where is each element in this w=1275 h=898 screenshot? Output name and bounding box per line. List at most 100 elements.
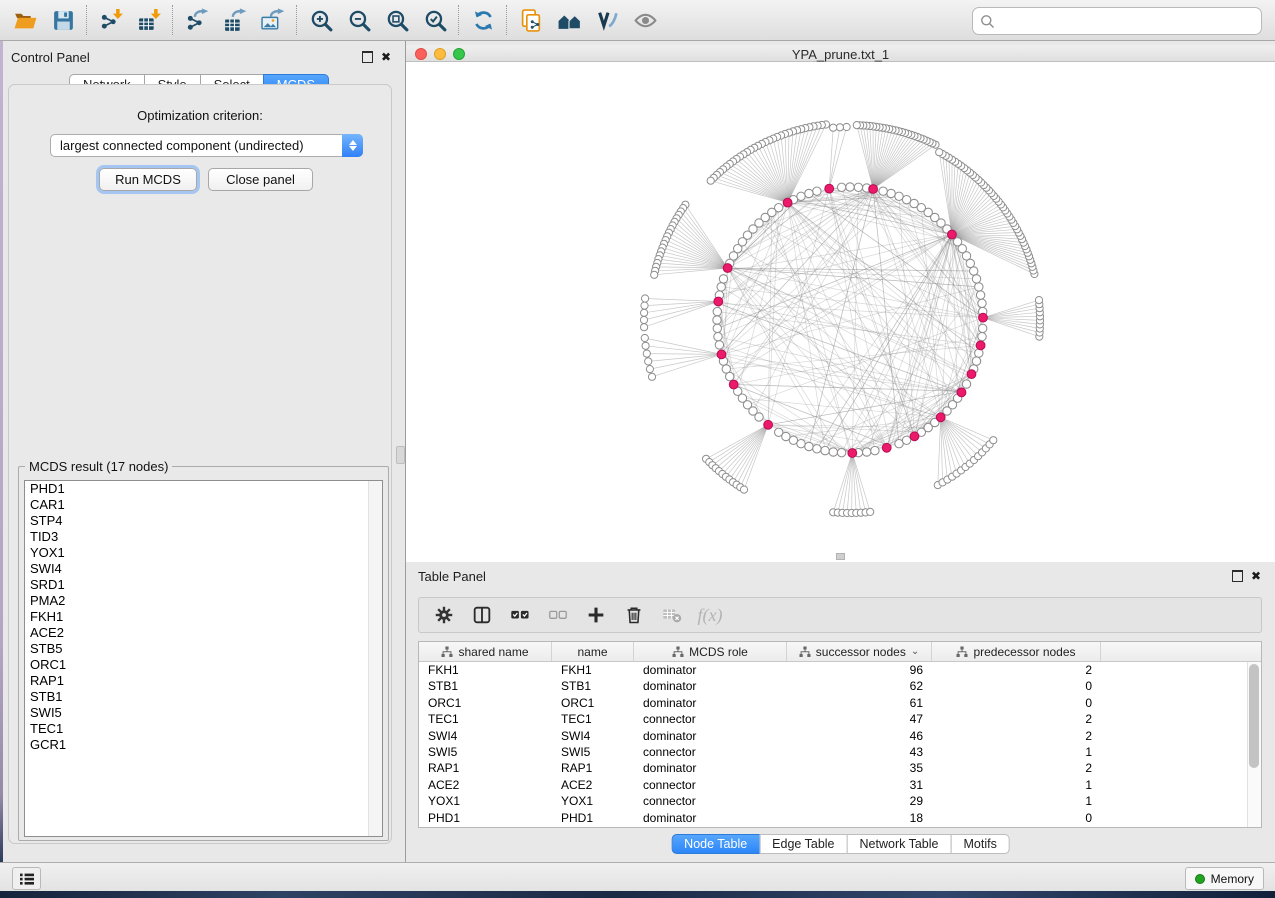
mcds-hub-node[interactable] — [729, 380, 738, 389]
zoom-selected-button[interactable] — [416, 4, 454, 36]
network-node[interactable] — [829, 448, 837, 456]
network-node[interactable] — [837, 183, 845, 191]
network-node[interactable] — [713, 316, 721, 324]
mcds-list-scrollbar[interactable] — [368, 481, 382, 836]
network-node[interactable] — [975, 283, 983, 291]
network-node[interactable] — [978, 333, 986, 341]
network-leaf-node[interactable] — [853, 122, 860, 129]
network-node[interactable] — [879, 187, 887, 195]
mcds-result-item[interactable]: FKH1 — [25, 609, 382, 625]
mcds-hub-node[interactable] — [882, 443, 891, 452]
mcds-hub-node[interactable] — [967, 370, 976, 379]
network-leaf-node[interactable] — [641, 334, 648, 341]
tab-network-table[interactable]: Network Table — [847, 834, 952, 854]
network-node[interactable] — [846, 183, 854, 191]
network-leaf-node[interactable] — [740, 486, 747, 493]
network-leaf-node[interactable] — [642, 342, 649, 349]
network-leaf-node[interactable] — [843, 123, 850, 130]
network-node[interactable] — [714, 333, 722, 341]
table-panel-close-button[interactable]: ✖ — [1249, 569, 1263, 583]
mcds-result-item[interactable]: RAP1 — [25, 673, 382, 689]
task-history-button[interactable] — [12, 867, 41, 890]
mcds-result-item[interactable]: PMA2 — [25, 593, 382, 609]
add-button[interactable] — [577, 600, 615, 630]
mcds-result-item[interactable]: PHD1 — [25, 481, 382, 497]
network-node[interactable] — [726, 372, 734, 380]
network-node[interactable] — [962, 380, 970, 388]
mcds-result-item[interactable]: SWI4 — [25, 561, 382, 577]
search-field[interactable] — [972, 7, 1262, 35]
memory-button[interactable]: Memory — [1185, 867, 1264, 890]
network-node[interactable] — [719, 275, 727, 283]
network-node[interactable] — [953, 238, 961, 246]
network-node[interactable] — [976, 291, 984, 299]
mcds-hub-node[interactable] — [948, 230, 957, 239]
table-row[interactable]: SWI4SWI4dominator462 — [419, 728, 1247, 745]
export-image-button[interactable] — [254, 4, 292, 36]
mcds-result-item[interactable]: SWI5 — [25, 705, 382, 721]
network-leaf-node[interactable] — [643, 350, 650, 357]
style-pen-button[interactable] — [588, 4, 626, 36]
houses-button[interactable] — [550, 4, 588, 36]
zoom-in-button[interactable] — [302, 4, 340, 36]
network-node[interactable] — [813, 445, 821, 453]
save-button[interactable] — [44, 4, 82, 36]
network-node[interactable] — [902, 436, 910, 444]
network-leaf-node[interactable] — [830, 124, 837, 131]
select-all-button[interactable] — [501, 600, 539, 630]
zoom-fit-button[interactable] — [378, 4, 416, 36]
network-node[interactable] — [972, 357, 980, 365]
network-node[interactable] — [717, 283, 725, 291]
control-panel-float-button[interactable] — [360, 50, 374, 64]
tab-node-table[interactable]: Node Table — [671, 834, 760, 854]
table-row[interactable]: RAP1RAP1dominator352 — [419, 760, 1247, 777]
network-leaf-node[interactable] — [640, 316, 647, 323]
zoom-out-button[interactable] — [340, 4, 378, 36]
network-document-button[interactable] — [512, 4, 550, 36]
network-node[interactable] — [854, 183, 862, 191]
column-header-shared-name[interactable]: shared name — [419, 642, 552, 661]
mcds-hub-node[interactable] — [869, 185, 878, 194]
table-row[interactable]: ACE2ACE2connector311 — [419, 777, 1247, 794]
network-leaf-node[interactable] — [867, 508, 874, 515]
mcds-result-item[interactable]: YOX1 — [25, 545, 382, 561]
eye-button[interactable] — [626, 4, 664, 36]
network-node[interactable] — [821, 446, 829, 454]
network-leaf-node[interactable] — [651, 271, 658, 278]
deselect-all-button[interactable] — [539, 600, 577, 630]
network-leaf-node[interactable] — [990, 437, 997, 444]
table-scrollbar-thumb[interactable] — [1249, 664, 1259, 768]
table-row[interactable]: ORC1ORC1dominator610 — [419, 695, 1247, 712]
mcds-hub-node[interactable] — [976, 341, 985, 350]
table-scrollbar-track[interactable] — [1247, 662, 1261, 827]
panel-splitter[interactable] — [395, 41, 406, 862]
network-window-titlebar[interactable]: YPA_prune.txt_1 — [406, 45, 1275, 62]
mcds-result-item[interactable]: STP4 — [25, 513, 382, 529]
refresh-button[interactable] — [464, 4, 502, 36]
mcds-result-item[interactable]: SRD1 — [25, 577, 382, 593]
network-node[interactable] — [813, 187, 821, 195]
import-network-button[interactable] — [92, 4, 130, 36]
network-node[interactable] — [887, 189, 895, 197]
mcds-hub-node[interactable] — [723, 264, 732, 273]
settings-button[interactable] — [425, 600, 463, 630]
column-header-MCDS-role[interactable]: MCDS role — [634, 642, 787, 661]
table-row[interactable]: YOX1YOX1connector291 — [419, 793, 1247, 810]
network-leaf-node[interactable] — [646, 366, 653, 373]
mcds-hub-node[interactable] — [979, 313, 988, 322]
mcds-result-item[interactable]: GCR1 — [25, 737, 382, 753]
column-header-predecessor-nodes[interactable]: predecessor nodes — [932, 642, 1101, 661]
network-node[interactable] — [871, 446, 879, 454]
network-node[interactable] — [805, 442, 813, 450]
run-mcds-button[interactable]: Run MCDS — [99, 168, 197, 191]
tab-motifs[interactable]: Motifs — [950, 834, 1009, 854]
network-node[interactable] — [805, 189, 813, 197]
network-node[interactable] — [978, 299, 986, 307]
tab-edge-table[interactable]: Edge Table — [759, 834, 847, 854]
table-row[interactable]: FKH1FKH1dominator962 — [419, 662, 1247, 679]
network-leaf-node[interactable] — [707, 177, 714, 184]
mcds-hub-node[interactable] — [783, 198, 792, 207]
mcds-hub-node[interactable] — [717, 350, 726, 359]
search-input[interactable] — [995, 14, 1261, 29]
network-leaf-node[interactable] — [641, 309, 648, 316]
